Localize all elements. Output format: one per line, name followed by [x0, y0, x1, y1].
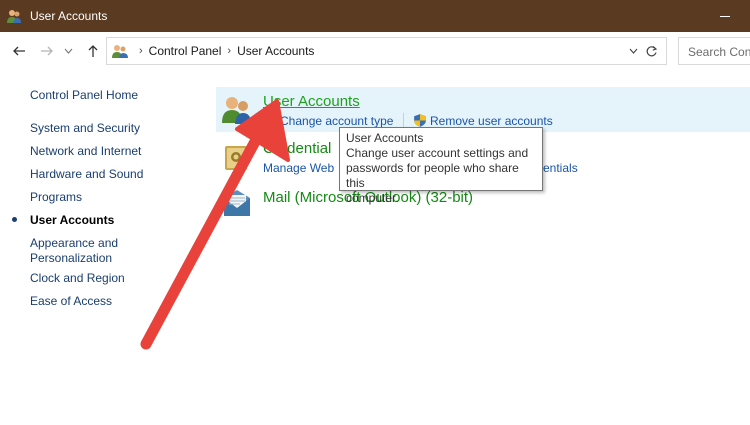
tooltip-line: passwords for people who share this [346, 161, 519, 190]
mail-icon [224, 190, 250, 216]
current-item-bullet [12, 217, 17, 222]
remove-user-accounts-link[interactable]: Remove user accounts [430, 114, 553, 128]
sidebar-item-control-panel-home[interactable]: Control Panel Home [30, 88, 138, 103]
tooltip-title: User Accounts [346, 131, 424, 145]
link-divider [403, 113, 404, 128]
sidebar-item-clock-and-region[interactable]: Clock and Region [30, 271, 125, 286]
refresh-icon [646, 45, 658, 56]
breadcrumb-user-accounts[interactable]: User Accounts [237, 44, 314, 58]
sidebar-item-appearance[interactable]: Appearance and [30, 236, 118, 251]
tooltip-line: computer. [346, 191, 399, 205]
change-account-type-link[interactable]: Change account type [280, 114, 393, 128]
sidebar-item-ease-of-access[interactable]: Ease of Access [30, 294, 112, 309]
sidebar-item-network-and-internet[interactable]: Network and Internet [30, 144, 141, 159]
navigation-bar: › Control Panel › User Accounts Search C… [0, 32, 750, 70]
manage-windows-credentials-link[interactable]: entials [543, 161, 578, 175]
sidebar-item-programs[interactable]: Programs [30, 190, 82, 205]
user-accounts-icon [7, 10, 21, 23]
minimize-button[interactable] [718, 9, 732, 23]
manage-web-credentials-link[interactable]: Manage Web [263, 161, 334, 175]
search-input[interactable]: Search Cont [678, 37, 750, 65]
back-arrow-icon[interactable] [10, 42, 28, 60]
up-arrow-icon[interactable] [84, 42, 102, 60]
shield-icon [265, 115, 276, 127]
breadcrumb-separator-icon[interactable]: › [227, 45, 231, 57]
sidebar-item-hardware-and-sound[interactable]: Hardware and Sound [30, 167, 143, 182]
breadcrumb-separator-icon[interactable]: › [139, 45, 143, 57]
window-title: User Accounts [30, 9, 108, 23]
category-title-user-accounts[interactable]: User Accounts [263, 93, 360, 110]
chevron-down-icon[interactable] [62, 42, 74, 60]
refresh-button[interactable] [637, 37, 667, 65]
tooltip: User Accounts Change user account settin… [339, 127, 543, 205]
user-accounts-icon [222, 97, 251, 124]
forward-arrow-icon[interactable] [38, 42, 56, 60]
tooltip-line: Change user account settings and [346, 146, 529, 160]
breadcrumb-control-panel[interactable]: Control Panel [149, 44, 222, 58]
address-bar[interactable]: › Control Panel › User Accounts [106, 37, 667, 65]
control-panel-icon [112, 45, 128, 58]
sidebar-item-user-accounts: User Accounts [30, 213, 115, 227]
title-bar: User Accounts [0, 0, 750, 32]
category-title-credential-manager[interactable]: Credential [263, 140, 331, 157]
sidebar-item-system-and-security[interactable]: System and Security [30, 121, 140, 136]
credential-manager-icon [225, 146, 247, 170]
sidebar-item-personalization[interactable]: Personalization [30, 251, 112, 266]
shield-icon [414, 114, 426, 127]
